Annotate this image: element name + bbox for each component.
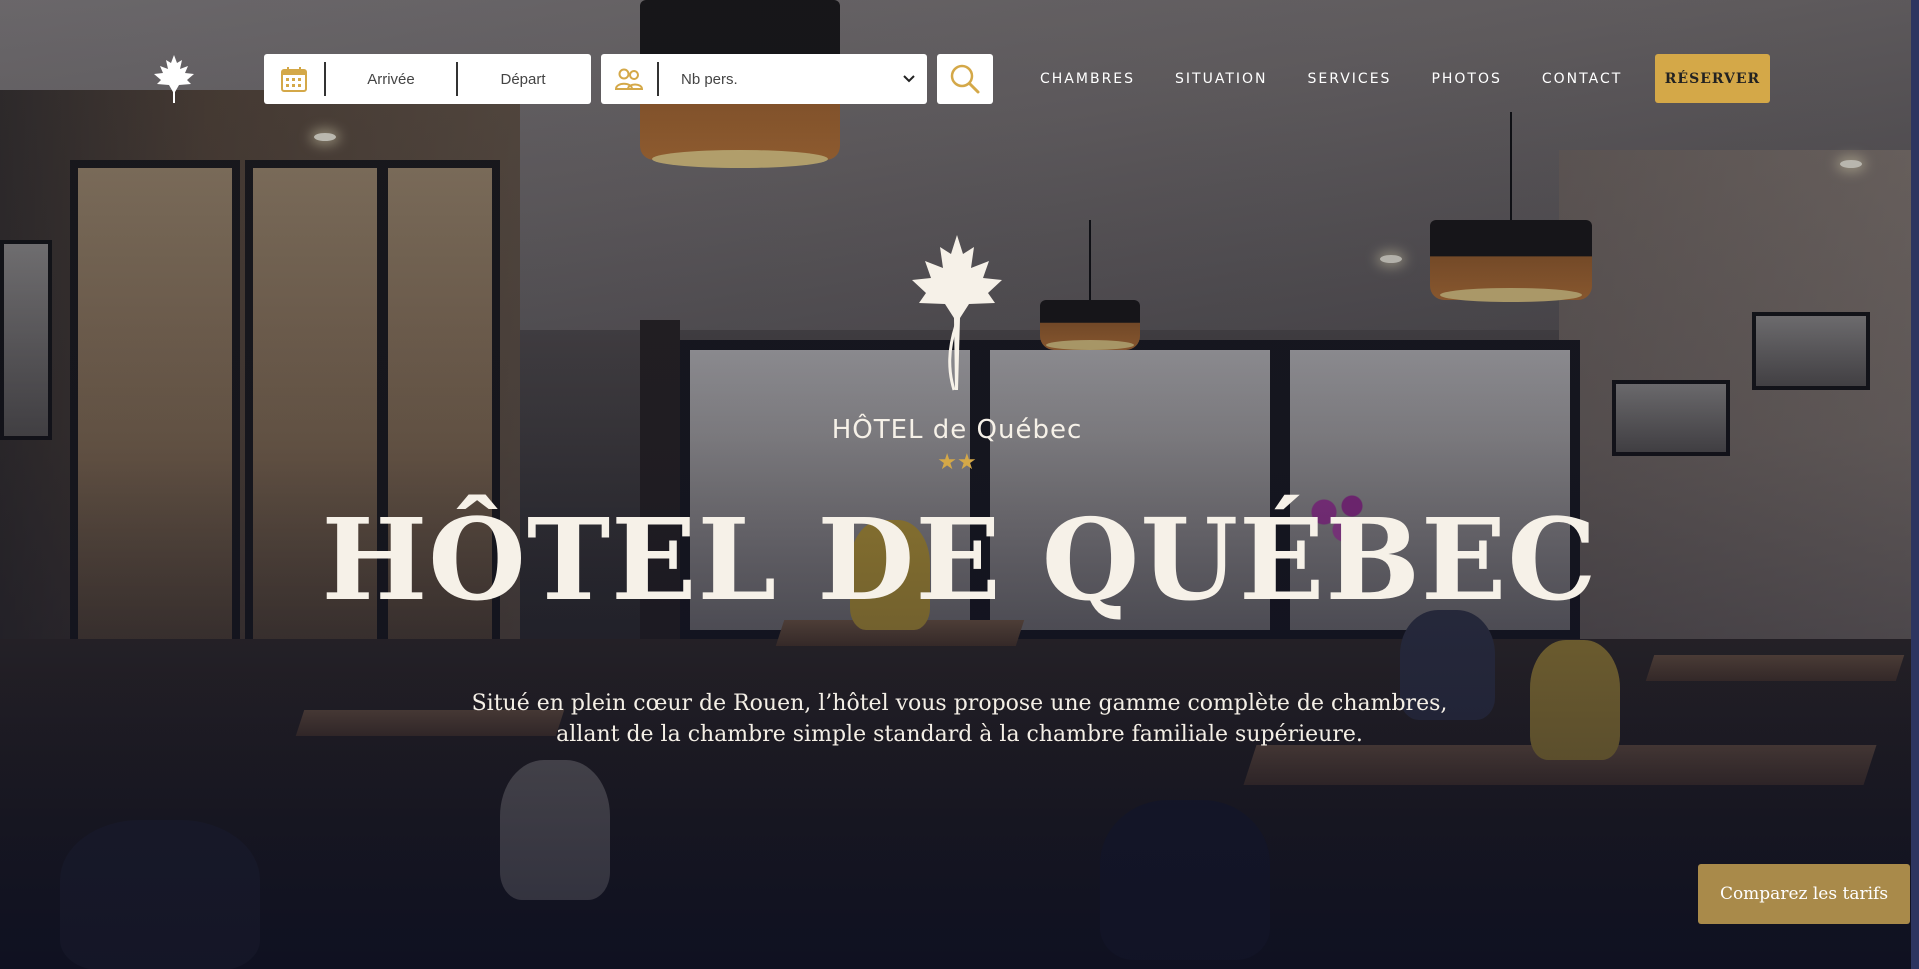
search-button[interactable] bbox=[937, 54, 993, 104]
calendar-icon[interactable] bbox=[264, 54, 324, 104]
search-icon bbox=[950, 64, 980, 94]
nav-item-contact[interactable]: CONTACT bbox=[1542, 71, 1622, 87]
arrival-date-field[interactable]: Arrivée bbox=[326, 54, 456, 104]
departure-date-field[interactable]: Départ bbox=[458, 54, 588, 104]
nav-item-photos[interactable]: PHOTOS bbox=[1431, 71, 1501, 87]
page-title: HÔTEL DE QUÉBEC bbox=[321, 495, 1598, 626]
nav-item-services[interactable]: SERVICES bbox=[1308, 71, 1392, 87]
maple-leaf-icon[interactable] bbox=[152, 54, 196, 104]
hero-subtitle: Situé en plein cœur de Rouen, l’hôtel vo… bbox=[0, 688, 1919, 750]
people-icon bbox=[601, 54, 657, 104]
nav-item-situation[interactable]: SITUATION bbox=[1175, 71, 1267, 87]
main-nav: CHAMBRES SITUATION SERVICES PHOTOS CONTA… bbox=[1020, 54, 1642, 104]
compare-rates-button[interactable]: Comparez les tarifs bbox=[1698, 864, 1910, 924]
star-rating-icon: ★★ bbox=[937, 450, 976, 475]
reserve-button[interactable]: RÉSERVER bbox=[1655, 54, 1770, 103]
hero-subtitle-line: allant de la chambre simple standard à l… bbox=[556, 722, 1363, 747]
date-picker: Arrivée Départ bbox=[264, 54, 591, 104]
site-header: Arrivée Départ Nb pers. CHAMBRES SITUATI… bbox=[0, 0, 1919, 160]
hotel-logo: HÔTEL de Québec ★★ bbox=[832, 235, 1083, 475]
guests-dropdown[interactable]: Nb pers. bbox=[659, 54, 927, 104]
chevron-down-icon bbox=[903, 75, 915, 83]
guests-selected-value: Nb pers. bbox=[681, 70, 738, 88]
nav-item-chambres[interactable]: CHAMBRES bbox=[1040, 71, 1135, 87]
guests-selector: Nb pers. bbox=[601, 54, 927, 104]
hero-subtitle-line: Situé en plein cœur de Rouen, l’hôtel vo… bbox=[471, 691, 1448, 716]
hotel-logo-text: HÔTEL de Québec bbox=[832, 413, 1083, 445]
